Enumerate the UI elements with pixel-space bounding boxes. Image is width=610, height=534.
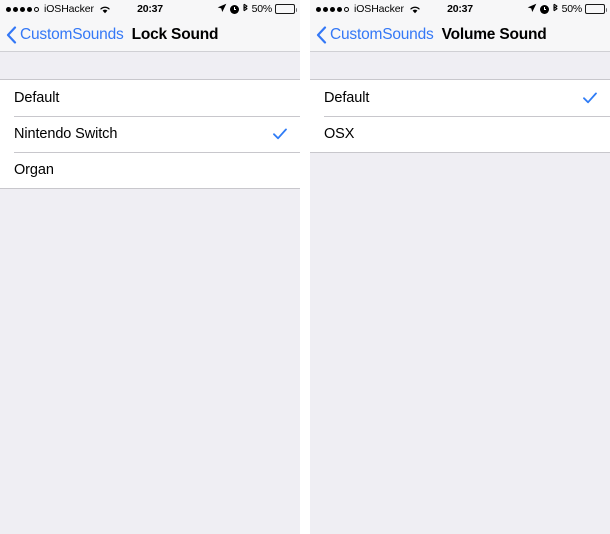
checkmark-icon [273,128,287,140]
checkmark-icon [583,92,597,104]
sound-options-list: Default Nintendo Switch Organ [0,79,300,189]
list-item-label: Default [324,90,370,106]
screenshot-divider [300,0,310,534]
signal-strength-icon [6,6,39,12]
table-view[interactable]: Default OSX [310,52,610,534]
page-title: Lock Sound [131,25,219,43]
bluetooth-icon [242,2,249,16]
phone-screen-lock-sound: iOSHacker 20:37 50% CustomSounds Lock So… [0,0,300,534]
navigation-bar: CustomSounds Lock Sound [0,18,300,52]
location-arrow-icon [527,3,537,16]
back-button[interactable]: CustomSounds [6,26,124,44]
list-item[interactable]: OSX [310,116,610,152]
list-item[interactable]: Nintendo Switch [0,116,300,152]
battery-icon [585,4,607,14]
battery-percentage: 50% [561,2,583,15]
status-bar-left: iOSHacker [316,4,421,15]
alarm-clock-icon [539,4,549,14]
signal-strength-icon [316,6,349,12]
navigation-bar: CustomSounds Volume Sound [310,18,610,52]
battery-percentage: 50% [251,2,273,15]
status-bar: iOSHacker 20:37 50% [310,0,610,18]
status-bar-left: iOSHacker [6,4,111,15]
status-bar: iOSHacker 20:37 50% [0,0,300,18]
list-item-label: Organ [14,162,54,178]
alarm-clock-icon [229,4,239,14]
page-title: Volume Sound [441,25,547,43]
phone-screen-volume-sound: iOSHacker 20:37 50% CustomSounds Volume … [310,0,610,534]
section-header-spacer [310,52,610,79]
carrier-name: iOSHacker [44,2,94,15]
list-item-label: Nintendo Switch [14,126,118,142]
wifi-icon [409,5,421,14]
battery-icon [275,4,297,14]
chevron-left-icon [316,25,327,44]
status-bar-right: 50% [217,2,297,16]
carrier-name: iOSHacker [354,2,404,15]
list-item-label: OSX [324,126,355,142]
list-item-label: Default [14,90,60,106]
back-button[interactable]: CustomSounds [316,26,434,44]
list-item[interactable]: Organ [0,152,300,188]
back-button-label: CustomSounds [330,25,434,43]
back-button-label: CustomSounds [20,25,124,43]
wifi-icon [99,5,111,14]
location-arrow-icon [217,3,227,16]
sound-options-list: Default OSX [310,79,610,153]
dual-screenshot-container: iOSHacker 20:37 50% CustomSounds Lock So… [0,0,610,534]
bluetooth-icon [552,2,559,16]
table-view[interactable]: Default Nintendo Switch Organ [0,52,300,534]
list-item[interactable]: Default [310,80,610,116]
list-item[interactable]: Default [0,80,300,116]
status-bar-right: 50% [527,2,607,16]
section-header-spacer [0,52,300,79]
chevron-left-icon [6,25,17,44]
